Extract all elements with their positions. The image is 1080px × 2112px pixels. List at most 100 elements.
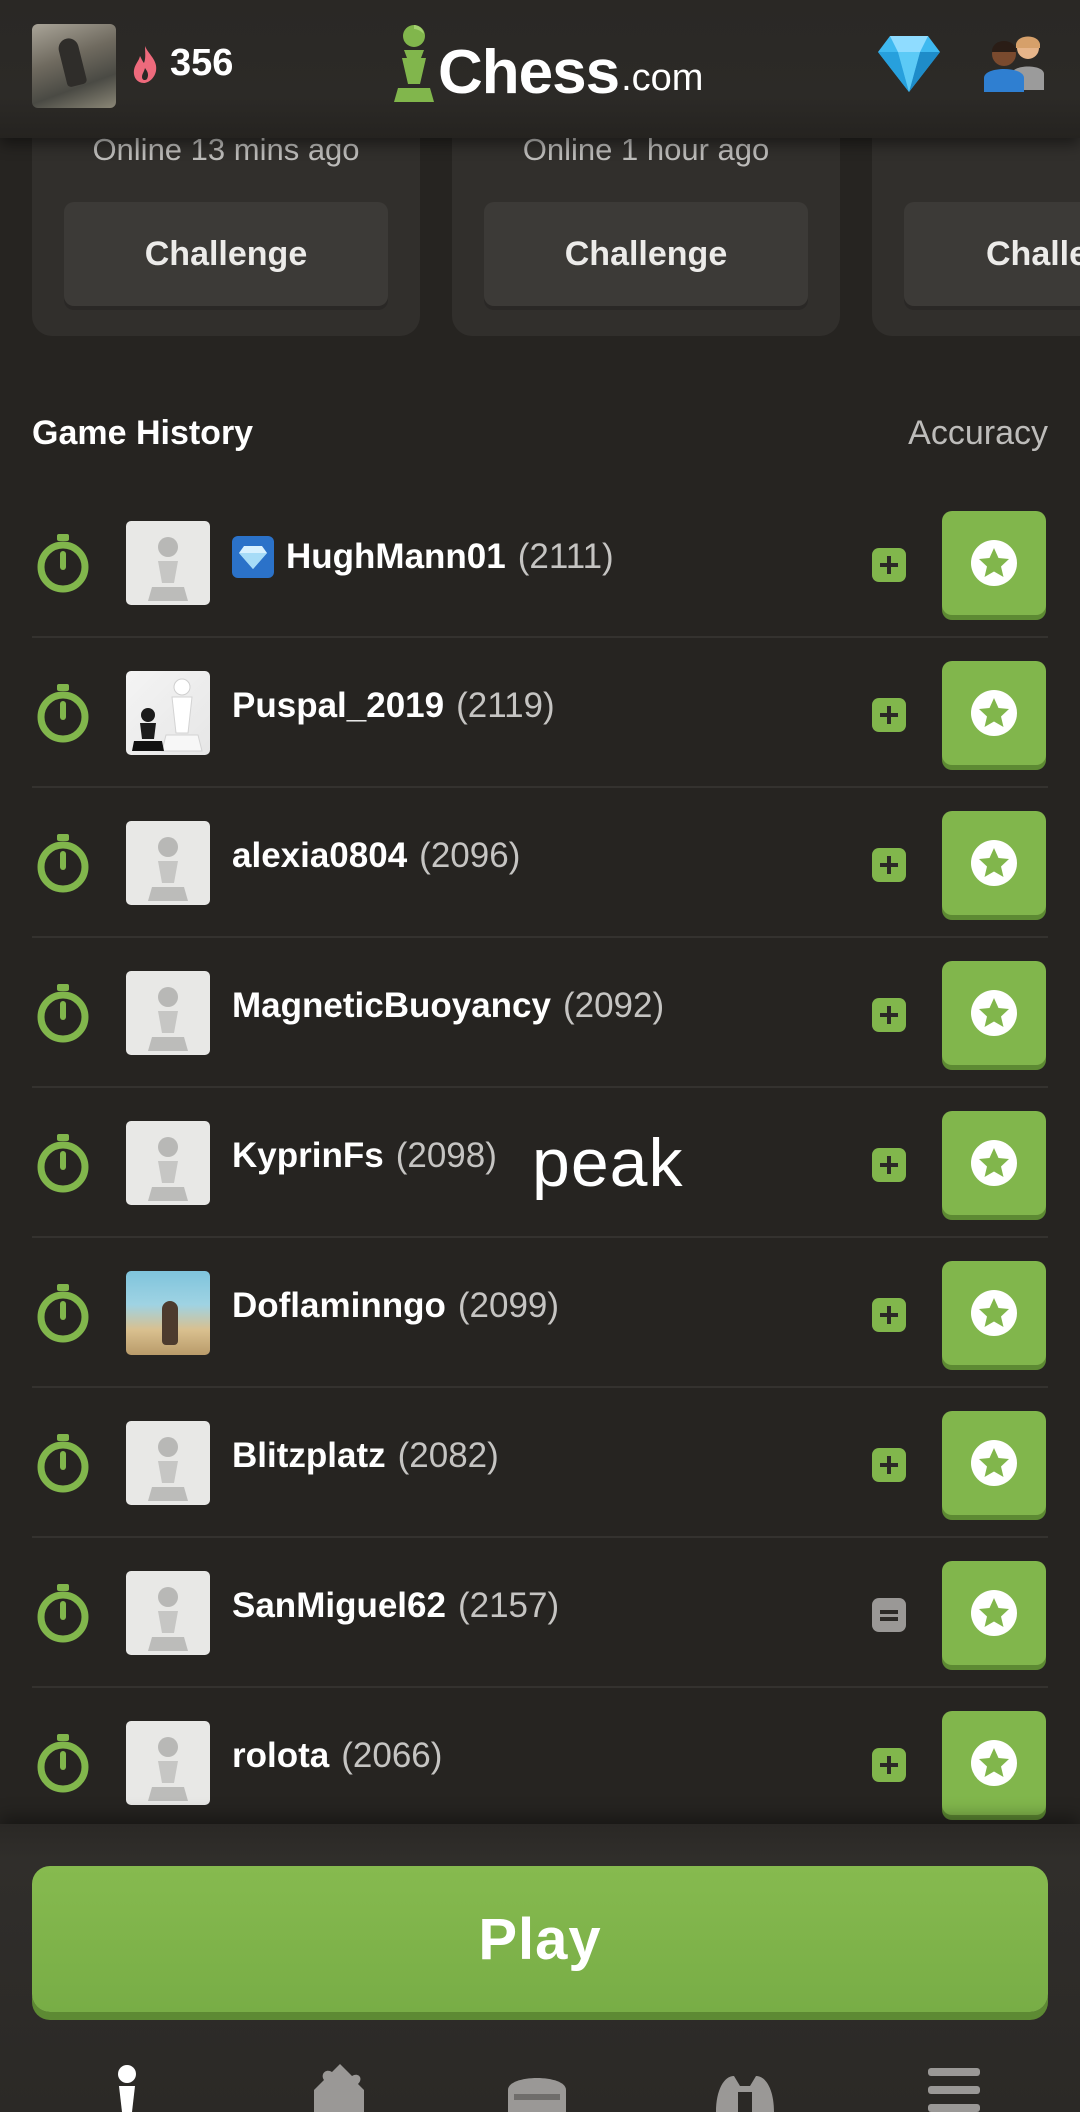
game-row[interactable]: Puspal_2019 (2119) — [0, 638, 1080, 788]
opponent-info: Puspal_2019 (2119) — [232, 686, 555, 726]
opponent-avatar[interactable] — [126, 1571, 210, 1655]
game-review-button[interactable] — [942, 1411, 1046, 1515]
logo-suffix: .com — [621, 57, 704, 99]
challenge-button[interactable]: Challenge — [904, 202, 1080, 306]
game-review-button[interactable] — [942, 511, 1046, 615]
win-result-icon — [872, 848, 906, 882]
game-row[interactable]: rolota (2066) — [0, 1688, 1080, 1838]
home-icon[interactable] — [110, 2064, 144, 2112]
opponent-rating: (2157) — [457, 1586, 560, 1625]
opponent-info: MagneticBuoyancy (2092) — [232, 986, 664, 1026]
opponent-rating: (2096) — [419, 836, 521, 875]
challenge-button[interactable]: Challenge — [64, 202, 388, 306]
star-icon — [971, 1140, 1017, 1186]
opponent-name[interactable]: SanMiguel62 — [232, 1586, 446, 1626]
win-result-icon — [872, 1748, 906, 1782]
watch-icon[interactable] — [712, 2064, 778, 2112]
premium-diamond-icon — [232, 536, 274, 578]
game-review-button[interactable] — [942, 811, 1046, 915]
win-result-icon — [872, 1148, 906, 1182]
win-result-icon — [872, 998, 906, 1032]
opponent-avatar[interactable] — [126, 671, 210, 755]
game-row[interactable]: SanMiguel62 (2157) — [0, 1538, 1080, 1688]
blitz-timer-icon — [34, 1732, 92, 1799]
game-row[interactable]: alexia0804 (2096) — [0, 788, 1080, 938]
game-row[interactable]: Doflaminngo (2099) — [0, 1238, 1080, 1388]
game-review-button[interactable] — [942, 961, 1046, 1065]
opponent-info: Doflaminngo (2099) — [232, 1286, 559, 1326]
peak-watermark: peak — [532, 1125, 684, 1201]
draw-result-icon — [872, 1598, 906, 1632]
challenge-button[interactable]: Challenge — [484, 202, 808, 306]
star-icon — [971, 540, 1017, 586]
win-result-icon — [872, 548, 906, 582]
streak-count: 356 — [170, 42, 234, 84]
opponent-avatar[interactable] — [126, 1271, 210, 1355]
streak-counter[interactable]: 356 — [130, 42, 233, 85]
opponent-avatar[interactable] — [126, 821, 210, 905]
opponent-rating: (2066) — [341, 1736, 443, 1775]
opponent-name[interactable]: rolota — [232, 1736, 329, 1776]
star-icon — [971, 1740, 1017, 1786]
diamond-icon[interactable] — [876, 32, 942, 99]
game-review-button[interactable] — [942, 1111, 1046, 1215]
opponent-rating: (2099) — [457, 1286, 560, 1325]
opponent-rating: (2082) — [397, 1436, 499, 1475]
game-review-button[interactable] — [942, 1261, 1046, 1365]
opponent-avatar[interactable] — [126, 971, 210, 1055]
friends-icon[interactable] — [982, 32, 1048, 99]
puzzle-icon[interactable] — [302, 2064, 364, 2112]
play-button[interactable]: Play — [32, 1866, 1048, 2012]
opponent-info: HughMann01 (2111) — [232, 536, 614, 578]
game-row[interactable]: HughMann01 (2111) — [0, 488, 1080, 638]
opponent-name[interactable]: MagneticBuoyancy — [232, 986, 551, 1026]
game-row[interactable]: MagneticBuoyancy (2092) — [0, 938, 1080, 1088]
game-review-button[interactable] — [942, 1711, 1046, 1815]
star-icon — [971, 1440, 1017, 1486]
opponent-rating: (2098) — [395, 1136, 497, 1175]
win-result-icon — [872, 1448, 906, 1482]
opponent-info: Blitzplatz (2082) — [232, 1436, 499, 1476]
user-avatar[interactable] — [32, 24, 116, 108]
opponent-name[interactable]: Puspal_2019 — [232, 686, 444, 726]
opponent-name[interactable]: HughMann01 — [286, 537, 506, 577]
star-icon — [971, 690, 1017, 736]
opponent-avatar[interactable] — [126, 1421, 210, 1505]
opponent-info: rolota (2066) — [232, 1736, 442, 1776]
opponent-avatar[interactable] — [126, 1121, 210, 1205]
bottom-nav — [0, 2060, 1080, 2112]
learn-icon[interactable] — [504, 2064, 570, 2112]
blitz-timer-icon — [34, 1282, 92, 1349]
more-icon[interactable] — [926, 2064, 982, 2112]
star-icon — [971, 990, 1017, 1036]
opponent-info: alexia0804 (2096) — [232, 836, 520, 876]
opponent-avatar[interactable] — [126, 1721, 210, 1805]
blitz-timer-icon — [34, 532, 92, 599]
top-bar: 356 Chess .com — [0, 0, 1080, 138]
game-review-button[interactable] — [942, 1561, 1046, 1665]
opponent-info: KyprinFs (2098) — [232, 1136, 497, 1176]
game-history-header: Game History Accuracy — [32, 410, 1048, 460]
opponent-rating: (2119) — [456, 686, 555, 725]
win-result-icon — [872, 1298, 906, 1332]
blitz-timer-icon — [34, 682, 92, 749]
opponent-name[interactable]: Doflaminngo — [232, 1286, 446, 1326]
opponent-name[interactable]: KyprinFs — [232, 1136, 384, 1176]
blitz-timer-icon — [34, 832, 92, 899]
blitz-timer-icon — [34, 1582, 92, 1649]
win-result-icon — [872, 698, 906, 732]
opponent-rating: (2092) — [562, 986, 665, 1025]
star-icon — [971, 840, 1017, 886]
opponent-name[interactable]: alexia0804 — [232, 836, 407, 876]
star-icon — [971, 1590, 1017, 1636]
opponent-info: SanMiguel62 (2157) — [232, 1586, 559, 1626]
accuracy-column-label: Accuracy — [908, 414, 1048, 452]
game-history-title: Game History — [32, 414, 254, 452]
flame-icon — [133, 45, 157, 83]
opponent-name[interactable]: Blitzplatz — [232, 1436, 386, 1476]
opponent-avatar[interactable] — [126, 521, 210, 605]
game-review-button[interactable] — [942, 661, 1046, 765]
logo-text: Chess — [438, 38, 620, 107]
blitz-timer-icon — [34, 982, 92, 1049]
game-row[interactable]: Blitzplatz (2082) — [0, 1388, 1080, 1538]
